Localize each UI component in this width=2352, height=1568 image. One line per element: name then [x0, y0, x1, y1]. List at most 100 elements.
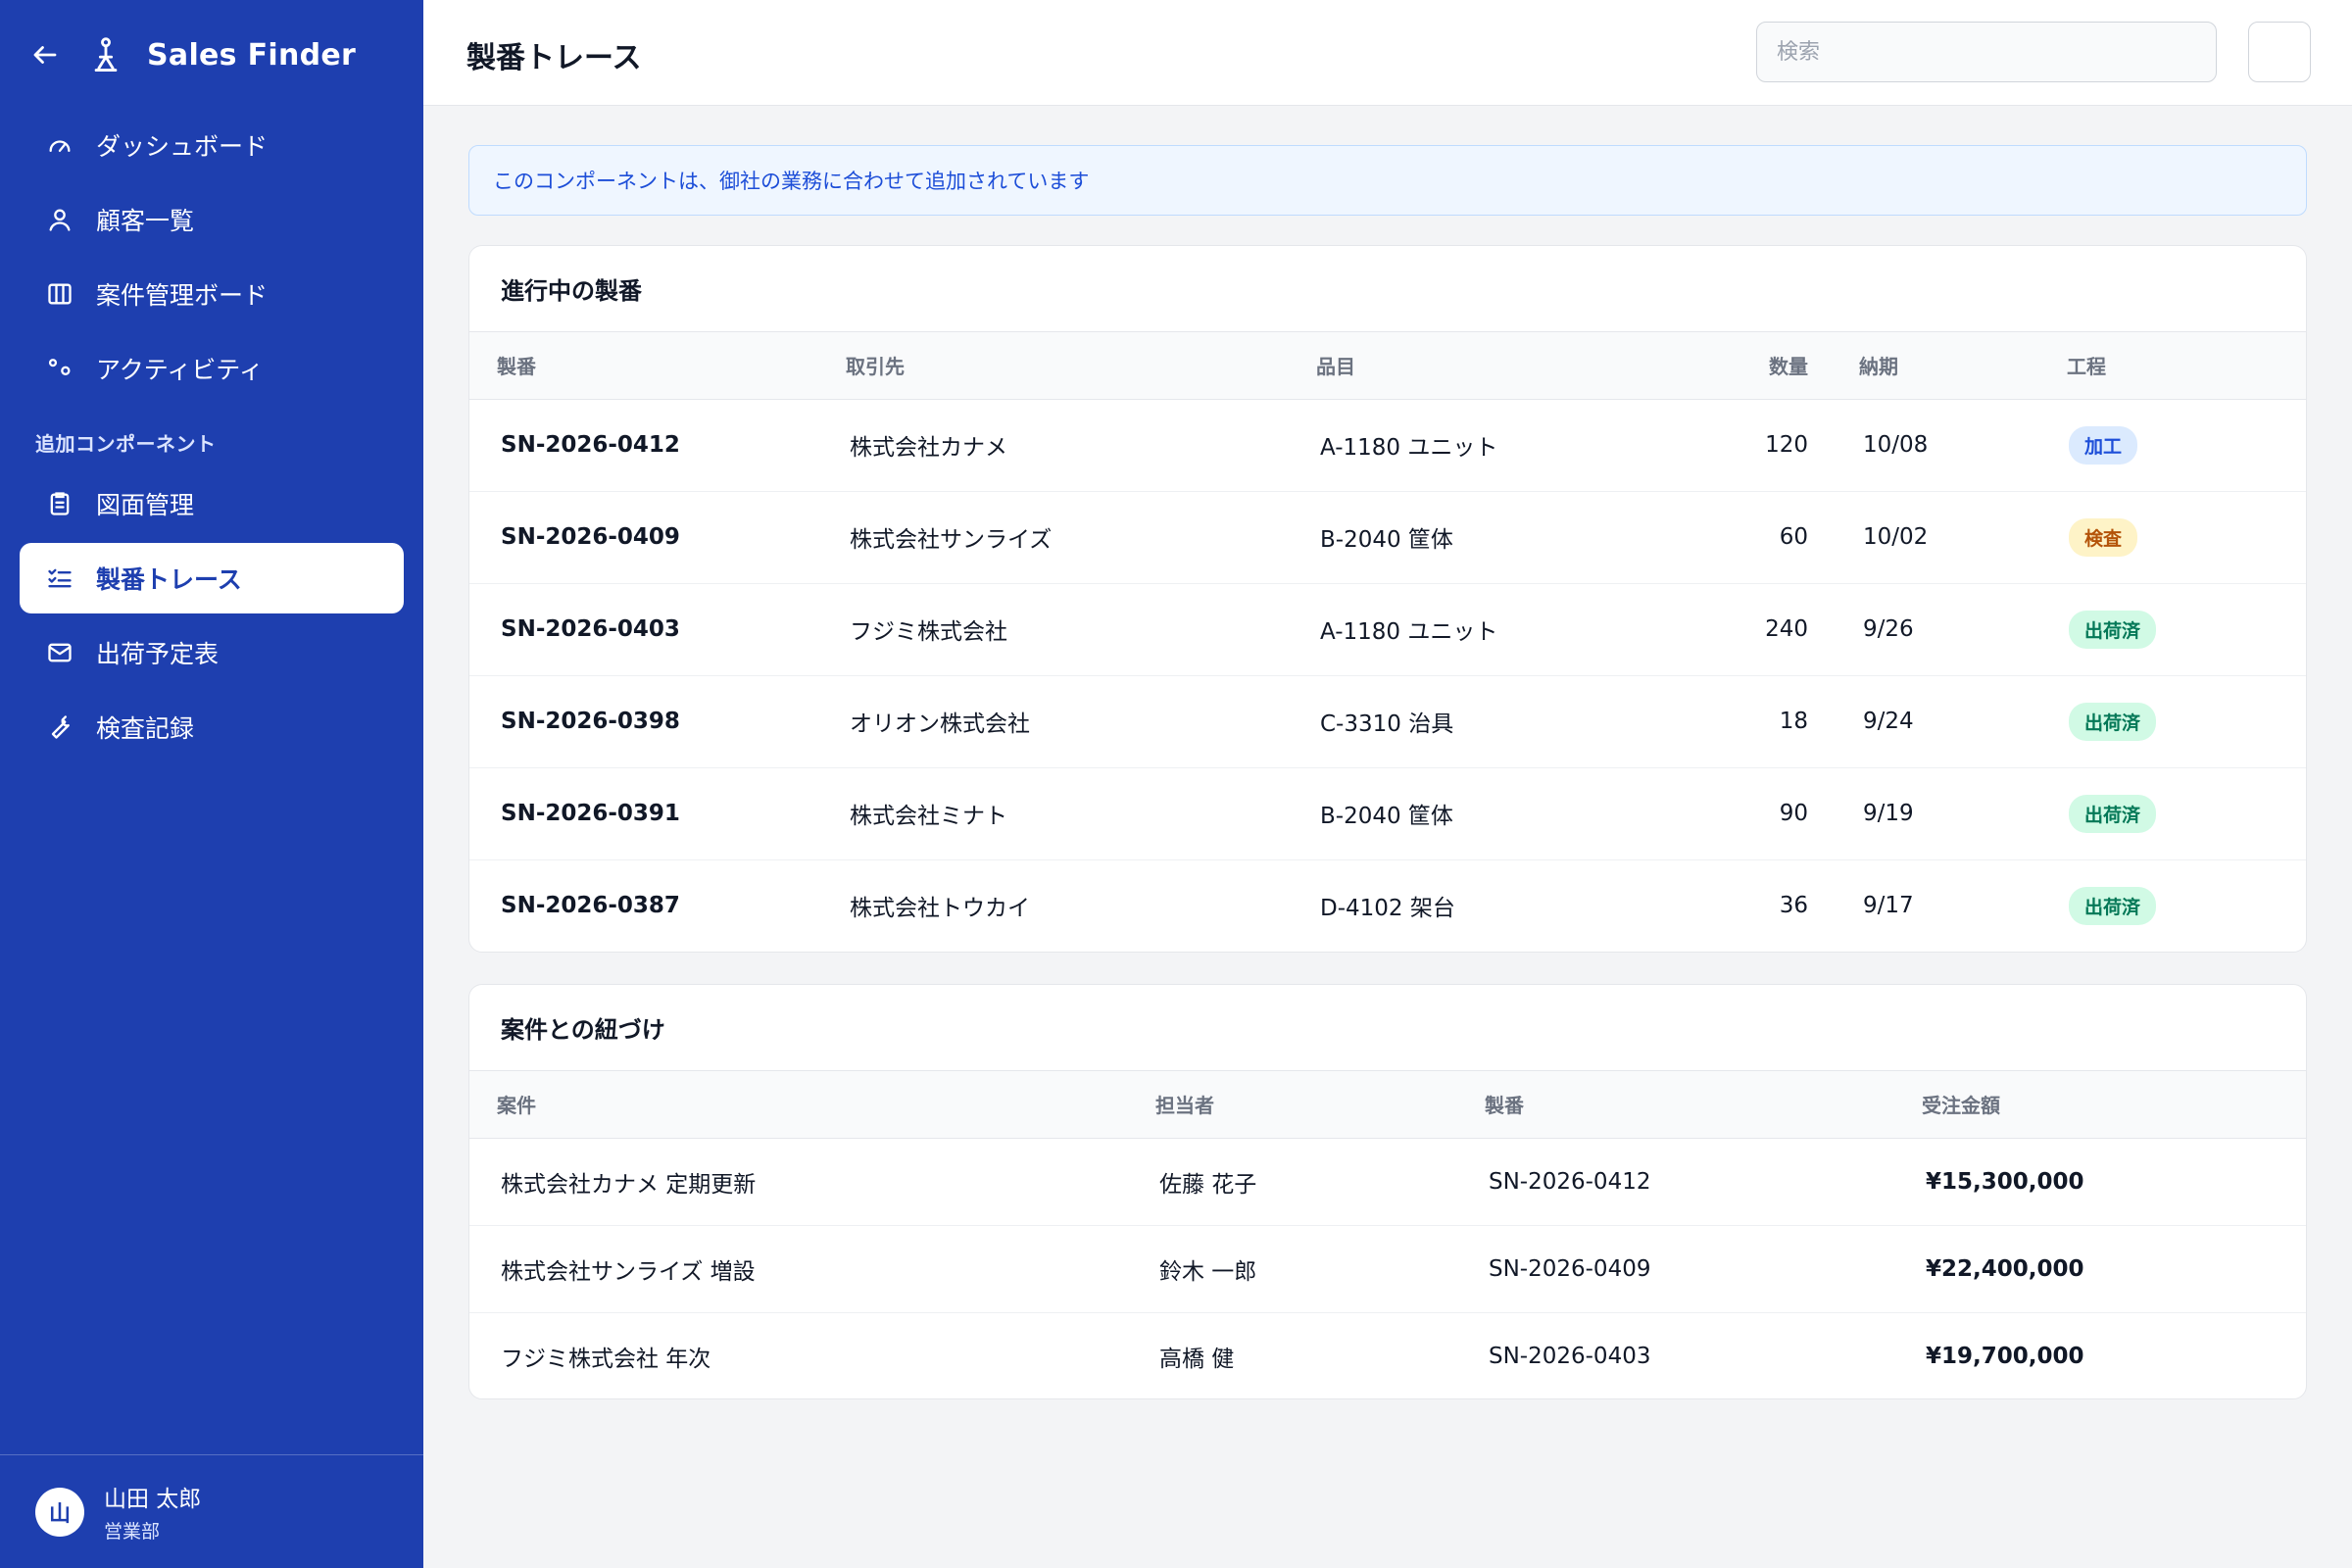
- serial-number[interactable]: SN-2026-0409: [1485, 1225, 1922, 1313]
- nav-item-drawings[interactable]: 図面管理: [20, 468, 404, 539]
- header-action-button[interactable]: [2248, 22, 2311, 82]
- table-row[interactable]: SN-2026-0409 株式会社サンライズ B-2040 筐体 60 10/02 検査: [469, 491, 2306, 584]
- nav-item-activity[interactable]: アクティビティ: [20, 333, 404, 404]
- gauge-icon: [43, 128, 76, 162]
- due-date: 9/26: [1839, 583, 2049, 676]
- table-row[interactable]: SN-2026-0387 株式会社トウカイ D-4102 架台 36 9/17 出荷済: [469, 859, 2306, 952]
- due-date: 9/24: [1839, 675, 2049, 768]
- user-icon: [43, 203, 76, 236]
- nav-item-customers[interactable]: 顧客一覧: [20, 184, 404, 255]
- table-row[interactable]: SN-2026-0403 フジミ株式会社 A-1180 ユニット 240 9/26 出荷済: [469, 583, 2306, 676]
- app-title: Sales Finder: [147, 37, 357, 73]
- user-dept: 営業部: [104, 1521, 161, 1543]
- nav-item-label: 出荷予定表: [96, 640, 220, 668]
- status-badge: 検査: [2069, 517, 2138, 557]
- serial-number[interactable]: SN-2026-0387: [469, 859, 846, 952]
- nav-item-label: 案件管理ボード: [96, 281, 269, 310]
- item-name: B-2040 筐体: [1287, 767, 1698, 860]
- column-header[interactable]: 取引先: [846, 332, 1287, 400]
- page-title: 製番トレース: [466, 41, 642, 75]
- brand: Sales Finder: [29, 31, 356, 78]
- user-name: 山田 太郎: [104, 1487, 202, 1512]
- table-header-row: 製番 取引先 品目 数量 納期 工程: [469, 332, 2306, 400]
- serial-number[interactable]: SN-2026-0409: [469, 491, 846, 584]
- table-header-row: 案件 担当者 製番 受注金額: [469, 1071, 2306, 1139]
- table-row[interactable]: SN-2026-0391 株式会社ミナト B-2040 筐体 90 9/19 出荷済: [469, 767, 2306, 860]
- column-header[interactable]: 工程: [2049, 332, 2306, 400]
- customer-name: 株式会社サンライズ: [846, 491, 1287, 584]
- order-amount: ¥22,400,000: [1922, 1225, 2306, 1313]
- status-badge: 加工: [2069, 425, 2138, 465]
- clipboard-icon: [43, 487, 76, 520]
- status-badge: 出荷済: [2069, 610, 2157, 649]
- nav-item-label: 図面管理: [96, 491, 195, 519]
- table-row[interactable]: SN-2026-0398 オリオン株式会社 C-3310 治具 18 9/24 出荷済: [469, 675, 2306, 768]
- deal-links-table: 案件 担当者 製番 受注金額 株式会社カナメ 定期更新 佐藤 花子 SN-2026-…: [469, 1071, 2306, 1398]
- column-header[interactable]: 製番: [1485, 1071, 1922, 1139]
- order-amount: ¥15,300,000: [1922, 1138, 2306, 1226]
- quantity: 90: [1698, 767, 1839, 860]
- column-header[interactable]: 納期: [1839, 332, 2049, 400]
- column-header[interactable]: 案件: [469, 1071, 1155, 1139]
- active-orders-card: 進行中の製番 製番 取引先 品目 数量 納期 工程 SN-2026-0412 株式…: [468, 245, 2307, 953]
- wrench-icon: [43, 710, 76, 744]
- deal-name[interactable]: フジミ株式会社 年次: [469, 1312, 1155, 1398]
- serial-number[interactable]: SN-2026-0412: [469, 399, 846, 492]
- nav-section-label: 追加コンポーネント: [35, 432, 217, 456]
- table-row[interactable]: 株式会社サンライズ 増設 鈴木 一郎 SN-2026-0409 ¥22,400,000: [469, 1225, 2306, 1313]
- user-profile[interactable]: 山 山田 太郎 営業部: [0, 1454, 423, 1568]
- nav-item-inspection[interactable]: 検査記録: [20, 692, 404, 762]
- deal-links-card: 案件との紐づけ 案件 担当者 製番 受注金額 株式会社カナメ 定期更新 佐藤 花子…: [468, 984, 2307, 1399]
- item-name: A-1180 ユニット: [1287, 399, 1698, 492]
- nav-item-label: アクティビティ: [96, 356, 264, 384]
- item-name: B-2040 筐体: [1287, 491, 1698, 584]
- search-input[interactable]: [1756, 22, 2217, 82]
- table-row[interactable]: 株式会社カナメ 定期更新 佐藤 花子 SN-2026-0412 ¥15,300,000: [469, 1138, 2306, 1226]
- nav-item-serial-trace[interactable]: 製番トレース: [20, 543, 404, 613]
- column-header[interactable]: 製番: [469, 332, 846, 400]
- customer-name: オリオン株式会社: [846, 675, 1287, 768]
- columns-icon: [43, 277, 76, 311]
- owner-name: 鈴木 一郎: [1155, 1225, 1485, 1313]
- status-badge: 出荷済: [2069, 794, 2157, 833]
- table-row[interactable]: SN-2026-0412 株式会社カナメ A-1180 ユニット 120 10/08 加工: [469, 399, 2306, 492]
- customer-name: 株式会社ミナト: [846, 767, 1287, 860]
- active-orders-table: 製番 取引先 品目 数量 納期 工程 SN-2026-0412 株式会社カナメ A-…: [469, 332, 2306, 952]
- quantity: 240: [1698, 583, 1839, 676]
- item-name: D-4102 架台: [1320, 896, 1455, 922]
- sidebar: Sales Finder ダッシュボード 顧客一覧 案件管理ボード アクティビテ…: [0, 0, 423, 1568]
- status-badge: 出荷済: [2069, 702, 2157, 741]
- due-date: 9/19: [1839, 767, 2049, 860]
- serial-number[interactable]: SN-2026-0403: [469, 583, 846, 676]
- column-header[interactable]: 受注金額: [1922, 1071, 2306, 1139]
- card-title: 進行中の製番: [469, 246, 2306, 332]
- due-date: 10/02: [1839, 491, 2049, 584]
- serial-number[interactable]: SN-2026-0412: [1485, 1138, 1922, 1226]
- nav-item-label: ダッシュボード: [96, 132, 269, 161]
- nav-item-shipping-schedule[interactable]: 出荷予定表: [20, 617, 404, 688]
- deal-name[interactable]: 株式会社サンライズ 増設: [469, 1225, 1155, 1313]
- main-nav: ダッシュボード 顧客一覧 案件管理ボード アクティビティ: [20, 110, 404, 408]
- status-badge: 出荷済: [2069, 886, 2157, 925]
- serial-number[interactable]: SN-2026-0398: [469, 675, 846, 768]
- customer-name: 株式会社トウカイ: [850, 896, 1030, 922]
- nav-item-dashboard[interactable]: ダッシュボード: [20, 110, 404, 180]
- table-row[interactable]: フジミ株式会社 年次 高橋 健 SN-2026-0403 ¥19,700,000: [469, 1312, 2306, 1398]
- serial-number[interactable]: SN-2026-0403: [1485, 1312, 1922, 1398]
- serial-number[interactable]: SN-2026-0391: [469, 767, 846, 860]
- item-name: C-3310 治具: [1287, 675, 1698, 768]
- quantity: 18: [1698, 675, 1839, 768]
- back-arrow-icon[interactable]: [29, 39, 61, 71]
- column-header[interactable]: 品目: [1287, 332, 1698, 400]
- deal-name[interactable]: 株式会社カナメ 定期更新: [469, 1138, 1155, 1226]
- nav-item-deal-board[interactable]: 案件管理ボード: [20, 259, 404, 329]
- customer-name: フジミ株式会社: [846, 583, 1287, 676]
- column-header[interactable]: 担当者: [1155, 1071, 1485, 1139]
- column-header[interactable]: 数量: [1698, 332, 1839, 400]
- due-date: 9/17: [1863, 893, 1914, 919]
- card-title: 案件との紐づけ: [469, 985, 2306, 1071]
- owner-name: 高橋 健: [1159, 1346, 1235, 1372]
- item-name: A-1180 ユニット: [1287, 583, 1698, 676]
- mail-icon: [43, 636, 76, 669]
- due-date: 10/08: [1839, 399, 2049, 492]
